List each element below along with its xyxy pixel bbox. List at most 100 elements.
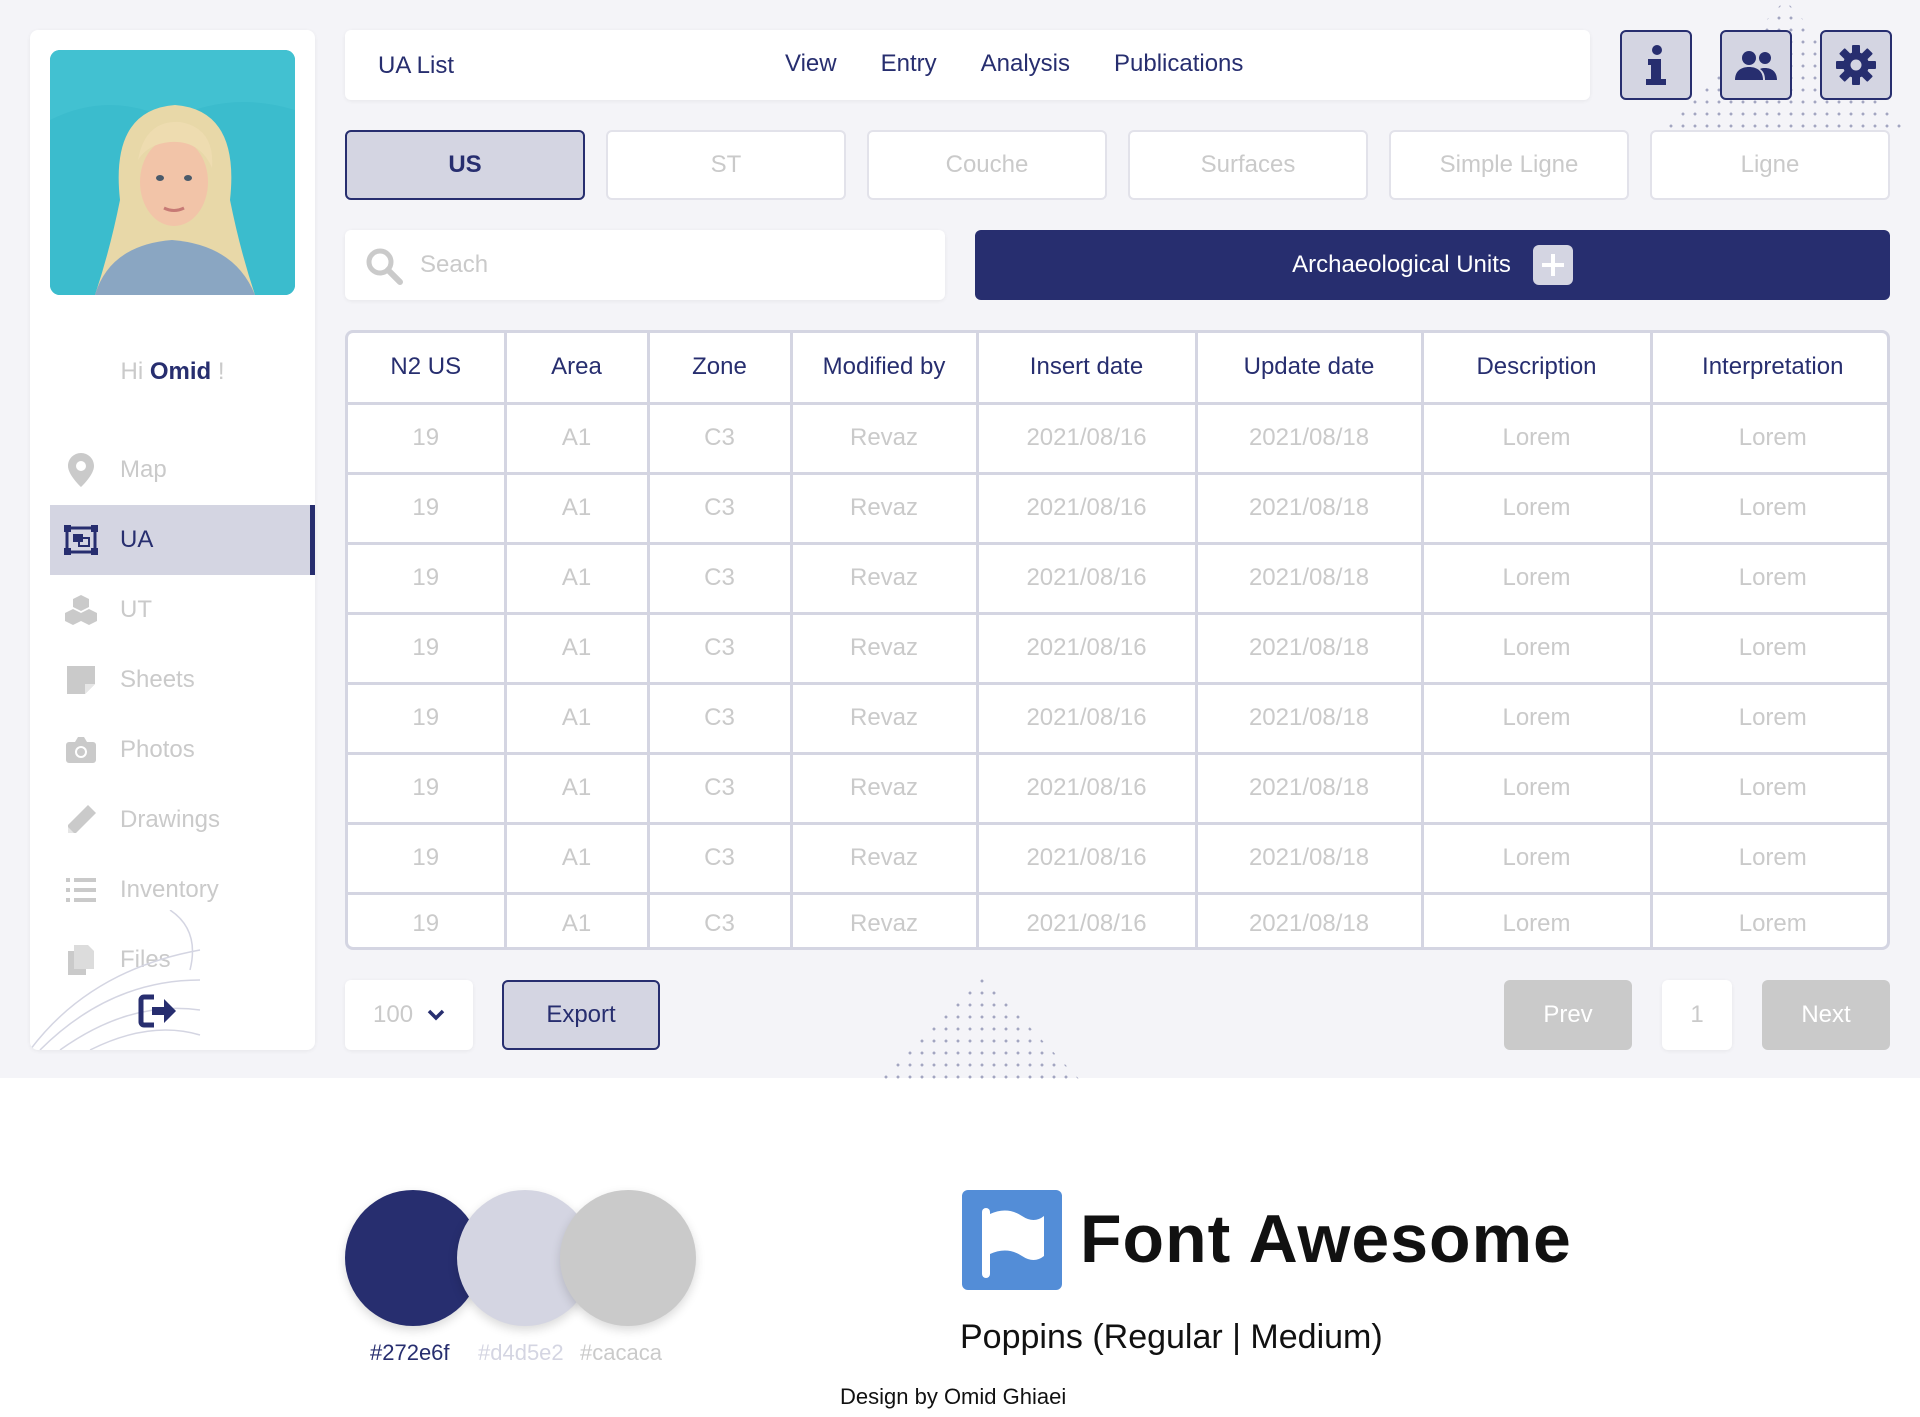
table-cell: Revaz bbox=[789, 751, 979, 825]
table-cell: Lorem bbox=[1649, 471, 1887, 545]
sidebar-item-ut[interactable]: UT bbox=[50, 575, 315, 645]
top-menu: View Entry Analysis Publications bbox=[785, 50, 1243, 78]
table-cell: Revaz bbox=[789, 681, 979, 755]
table-cell: 19 bbox=[348, 541, 507, 615]
sidebar-item-map[interactable]: Map bbox=[50, 435, 315, 505]
tab-surfaces[interactable]: Surfaces bbox=[1128, 130, 1368, 200]
table-cell: 2021/08/18 bbox=[1194, 891, 1424, 947]
sidebar-item-label: UA bbox=[120, 526, 154, 553]
table-cell: 2021/08/16 bbox=[975, 751, 1198, 825]
table-cell: 2021/08/18 bbox=[1194, 821, 1424, 895]
menu-item-publications[interactable]: Publications bbox=[1114, 50, 1243, 78]
table-cell: 19 bbox=[348, 611, 507, 685]
table-cell: 2021/08/18 bbox=[1194, 401, 1424, 475]
search-input[interactable] bbox=[420, 245, 920, 285]
table-cell: Lorem bbox=[1649, 401, 1887, 475]
table-cell: Revaz bbox=[789, 611, 979, 685]
table-cell: 19 bbox=[348, 401, 507, 475]
table-row[interactable]: 19 A1 C3 Revaz 2021/08/16 2021/08/18 Lorem Lore… bbox=[348, 681, 1887, 755]
tab-us[interactable]: US bbox=[345, 130, 585, 200]
column-header[interactable]: Description bbox=[1420, 333, 1653, 405]
column-header[interactable]: N2 US bbox=[348, 333, 507, 405]
table-row[interactable]: 19 A1 C3 Revaz 2021/08/16 2021/08/18 Lorem Lore… bbox=[348, 401, 1887, 475]
prev-button[interactable]: Prev bbox=[1504, 980, 1632, 1050]
table-cell: C3 bbox=[646, 681, 793, 755]
table-cell: 19 bbox=[348, 751, 507, 825]
add-button-label: Archaeological Units bbox=[1292, 251, 1511, 278]
table-cell: Lorem bbox=[1420, 471, 1653, 545]
column-header[interactable]: Area bbox=[503, 333, 650, 405]
table-cell: C3 bbox=[646, 471, 793, 545]
logout-button[interactable] bbox=[138, 993, 178, 1029]
settings-button[interactable] bbox=[1820, 30, 1892, 100]
app-area: Hi Omid ! Map UA UT Sheets Photos Drawin… bbox=[0, 0, 1920, 1080]
sidebar-item-photos[interactable]: Photos bbox=[50, 715, 315, 785]
sidebar-item-ua[interactable]: UA bbox=[50, 505, 315, 575]
table-cell: Lorem bbox=[1649, 541, 1887, 615]
column-header[interactable]: Update date bbox=[1194, 333, 1424, 405]
table-cell: Lorem bbox=[1420, 821, 1653, 895]
menu-item-entry[interactable]: Entry bbox=[881, 50, 937, 78]
table-cell: 19 bbox=[348, 681, 507, 755]
color-label-gray: #cacaca bbox=[580, 1340, 662, 1365]
avatar[interactable] bbox=[50, 50, 295, 295]
table-row[interactable]: 19 A1 C3 Revaz 2021/08/16 2021/08/18 Lorem Lore… bbox=[348, 471, 1887, 545]
flag-icon bbox=[982, 1208, 1044, 1278]
sidebar-item-sheets[interactable]: Sheets bbox=[50, 645, 315, 715]
gear-icon bbox=[1836, 45, 1876, 85]
table-cell: 2021/08/16 bbox=[975, 611, 1198, 685]
info-button[interactable] bbox=[1620, 30, 1692, 100]
table-cell: 2021/08/18 bbox=[1194, 541, 1424, 615]
sidebar: Hi Omid ! Map UA UT Sheets Photos Drawin… bbox=[30, 30, 315, 1050]
table-cell: 2021/08/18 bbox=[1194, 471, 1424, 545]
page-number[interactable]: 1 bbox=[1662, 980, 1732, 1050]
users-button[interactable] bbox=[1720, 30, 1792, 100]
tab-couche[interactable]: Couche bbox=[867, 130, 1107, 200]
table-cell: A1 bbox=[503, 891, 650, 947]
sidebar-item-label: Sheets bbox=[120, 666, 195, 693]
menu-item-analysis[interactable]: Analysis bbox=[981, 50, 1070, 78]
table-cell: A1 bbox=[503, 401, 650, 475]
per-page-select[interactable]: 100 bbox=[345, 980, 473, 1050]
table-cell: C3 bbox=[646, 891, 793, 947]
table-row[interactable]: 19 A1 C3 Revaz 2021/08/16 2021/08/18 Lorem Lore… bbox=[348, 891, 1887, 947]
column-header[interactable]: Interpretation bbox=[1649, 333, 1887, 405]
font-family-info: Poppins (Regular | Medium) bbox=[960, 1318, 1383, 1356]
units-table: N2 US Area Zone Modified by Insert date Updat… bbox=[345, 330, 1890, 950]
color-label-secondary: #d4d5e2 bbox=[478, 1340, 564, 1365]
table-cell: A1 bbox=[503, 471, 650, 545]
font-awesome-logo bbox=[962, 1190, 1062, 1290]
icon-library-name: Font Awesome bbox=[1080, 1201, 1572, 1277]
sidebar-item-label: UT bbox=[120, 596, 152, 623]
plus-icon bbox=[1532, 245, 1573, 285]
table-cell: A1 bbox=[503, 821, 650, 895]
users-icon bbox=[1735, 51, 1777, 80]
greeting-prefix: Hi bbox=[120, 358, 144, 385]
add-archaeological-units-button[interactable]: Archaeological Units bbox=[975, 230, 1890, 300]
table-cell: 19 bbox=[348, 891, 507, 947]
table-cell: Revaz bbox=[789, 471, 979, 545]
tab-ligne[interactable]: Ligne bbox=[1650, 130, 1890, 200]
table-cell: C3 bbox=[646, 611, 793, 685]
tab-simple-ligne[interactable]: Simple Ligne bbox=[1389, 130, 1629, 200]
table-cell: Revaz bbox=[789, 891, 979, 947]
tab-st[interactable]: ST bbox=[606, 130, 846, 200]
table-row[interactable]: 19 A1 C3 Revaz 2021/08/16 2021/08/18 Lorem Lore… bbox=[348, 611, 1887, 685]
table-cell: Lorem bbox=[1649, 751, 1887, 825]
export-button[interactable]: Export bbox=[502, 980, 660, 1050]
table-cell: C3 bbox=[646, 541, 793, 615]
table-cell: A1 bbox=[503, 751, 650, 825]
next-button[interactable]: Next bbox=[1762, 980, 1890, 1050]
menu-item-view[interactable]: View bbox=[785, 50, 837, 78]
sidebar-item-drawings[interactable]: Drawings bbox=[50, 785, 315, 855]
table-row[interactable]: 19 A1 C3 Revaz 2021/08/16 2021/08/18 Lorem Lore… bbox=[348, 751, 1887, 825]
column-header[interactable]: Insert date bbox=[975, 333, 1198, 405]
avatar-photo bbox=[50, 50, 295, 295]
table-header-row: N2 US Area Zone Modified by Insert date Updat… bbox=[348, 333, 1887, 405]
table-row[interactable]: 19 A1 C3 Revaz 2021/08/16 2021/08/18 Lorem Lore… bbox=[348, 541, 1887, 615]
table-cell: 2021/08/16 bbox=[975, 821, 1198, 895]
per-page-value: 100 bbox=[373, 1001, 414, 1028]
column-header[interactable]: Modified by bbox=[789, 333, 979, 405]
table-row[interactable]: 19 A1 C3 Revaz 2021/08/16 2021/08/18 Lorem Lore… bbox=[348, 821, 1887, 895]
column-header[interactable]: Zone bbox=[646, 333, 793, 405]
